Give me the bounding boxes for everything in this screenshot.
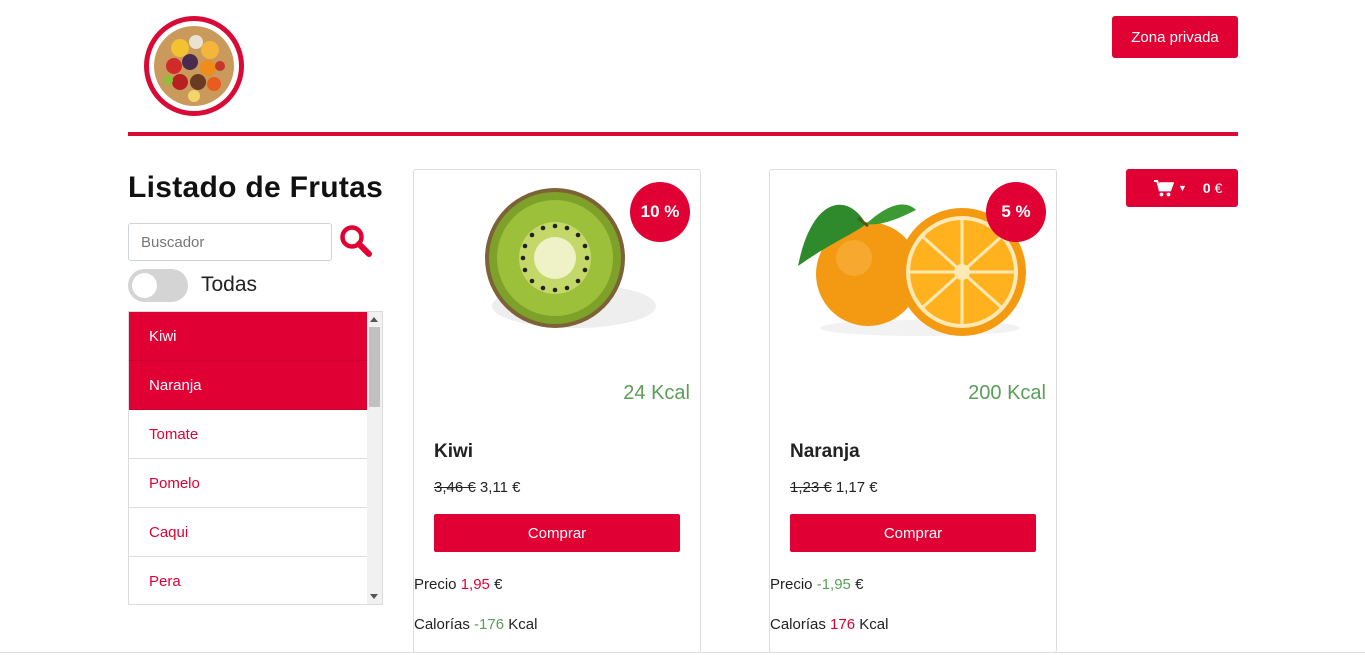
toggle-knob — [132, 273, 157, 298]
all-toggle[interactable] — [128, 269, 188, 302]
chevron-down-icon: ▼ — [1178, 183, 1187, 193]
cart-total: 0 € — [1202, 180, 1223, 196]
calories-stat: Calorías 176 Kcal — [770, 616, 889, 633]
search-input[interactable] — [128, 223, 332, 261]
page-bottom-border — [0, 652, 1365, 653]
product-price: 1,23 € 1,17 € — [790, 479, 878, 496]
list-item[interactable]: Caqui — [129, 508, 368, 557]
fruit-bowl-logo[interactable] — [144, 16, 244, 116]
product-name: Kiwi — [434, 441, 474, 462]
search-icon — [340, 225, 372, 257]
discount-badge: 5 % — [986, 182, 1046, 242]
product-card: 10 % 24 Kcal Kiwi 3,46 € 3,11 € Comprar … — [413, 169, 701, 653]
cart-icon — [1154, 179, 1174, 196]
list-scrollbar[interactable] — [367, 312, 382, 604]
list-item[interactable]: Naranja — [129, 361, 368, 410]
list-item[interactable]: Pera — [129, 557, 368, 604]
page-title: Listado de Frutas — [128, 171, 384, 204]
toggle-label: Todas — [201, 273, 258, 296]
scroll-down-icon[interactable] — [370, 594, 378, 599]
scroll-up-icon[interactable] — [370, 317, 378, 322]
list-item[interactable]: Tomate — [129, 410, 368, 459]
kcal-label: 200 Kcal — [968, 382, 1046, 404]
fruit-list[interactable]: Kiwi Naranja Tomate Pomelo Caqui Pera — [128, 311, 383, 605]
price-stat: Precio 1,95 € — [414, 576, 503, 593]
new-price: 1,17 € — [835, 479, 878, 496]
old-price: 3,46 € — [434, 479, 476, 496]
buy-button[interactable]: Comprar — [790, 514, 1036, 552]
product-name: Naranja — [790, 441, 860, 462]
calories-stat: Calorías -176 Kcal — [414, 616, 538, 633]
product-price: 3,46 € 3,11 € — [434, 479, 520, 496]
list-item[interactable]: Kiwi — [129, 312, 368, 361]
list-item[interactable]: Pomelo — [129, 459, 368, 508]
buy-button[interactable]: Comprar — [434, 514, 680, 552]
cart-button[interactable]: ▼ 0 € — [1126, 169, 1238, 207]
price-stat: Precio -1,95 € — [770, 576, 864, 593]
product-card: 5 % 200 Kcal Naranja 1,23 € 1,17 € Compr… — [769, 169, 1057, 653]
discount-badge: 10 % — [630, 182, 690, 242]
scroll-thumb[interactable] — [369, 327, 380, 407]
kcal-label: 24 Kcal — [623, 382, 690, 404]
search-button[interactable] — [339, 224, 373, 258]
fruit-bowl-icon — [154, 26, 234, 106]
private-zone-button[interactable]: Zona privada — [1112, 16, 1238, 58]
new-price: 3,11 € — [479, 479, 521, 496]
old-price: 1,23 € — [790, 479, 832, 496]
header-divider — [128, 132, 1238, 136]
